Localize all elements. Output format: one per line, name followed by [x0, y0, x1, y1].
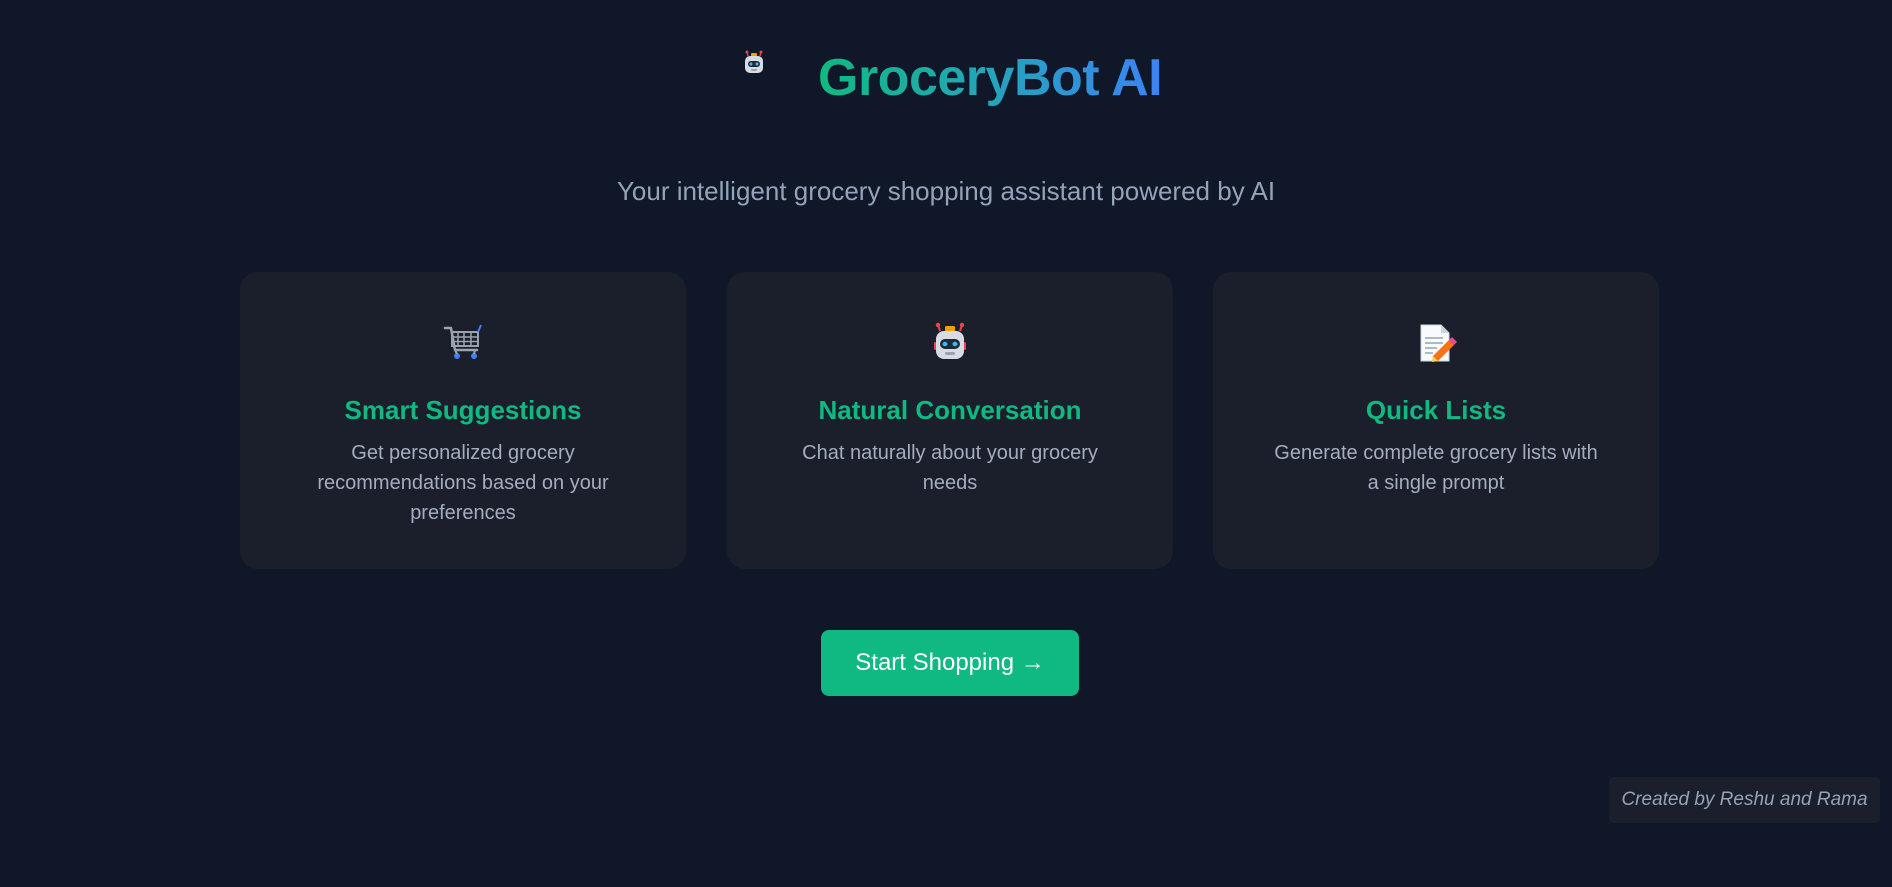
feature-title: Smart Suggestions: [344, 395, 582, 425]
feature-card-quick-lists: Quick Lists Generate complete grocery li…: [1213, 272, 1659, 569]
start-shopping-button[interactable]: Start Shopping →: [821, 630, 1079, 696]
robot-face-icon: [745, 50, 763, 73]
tagline: Your intelligent grocery shopping assist…: [616, 176, 1276, 206]
feature-title: Natural Conversation: [818, 395, 1082, 425]
shopping-cart-icon: [443, 324, 482, 359]
header: GroceryBot AI: [0, 40, 1892, 120]
feature-description: Get personalized grocery recommendations…: [317, 442, 609, 524]
robot-face-icon: [934, 322, 966, 359]
feature-card-natural-conversation: Natural Conversation Chat naturally abou…: [727, 272, 1173, 569]
landing-page: GroceryBot AI Your intelligent grocery s…: [0, 0, 1892, 887]
memo-icon: [1420, 324, 1457, 362]
feature-title: Quick Lists: [1365, 395, 1507, 425]
feature-card-smart-suggestions: Smart Suggestions Get personalized groce…: [240, 272, 686, 569]
feature-description: Chat naturally about your grocery needs: [802, 442, 1098, 494]
app-title: GroceryBot AI: [818, 46, 1163, 110]
feature-description: Generate complete grocery lists with a s…: [1274, 442, 1598, 494]
feature-cards: Smart Suggestions Get personalized groce…: [240, 272, 1660, 569]
footer-credit: Created by Reshu and Rama: [1609, 777, 1880, 823]
